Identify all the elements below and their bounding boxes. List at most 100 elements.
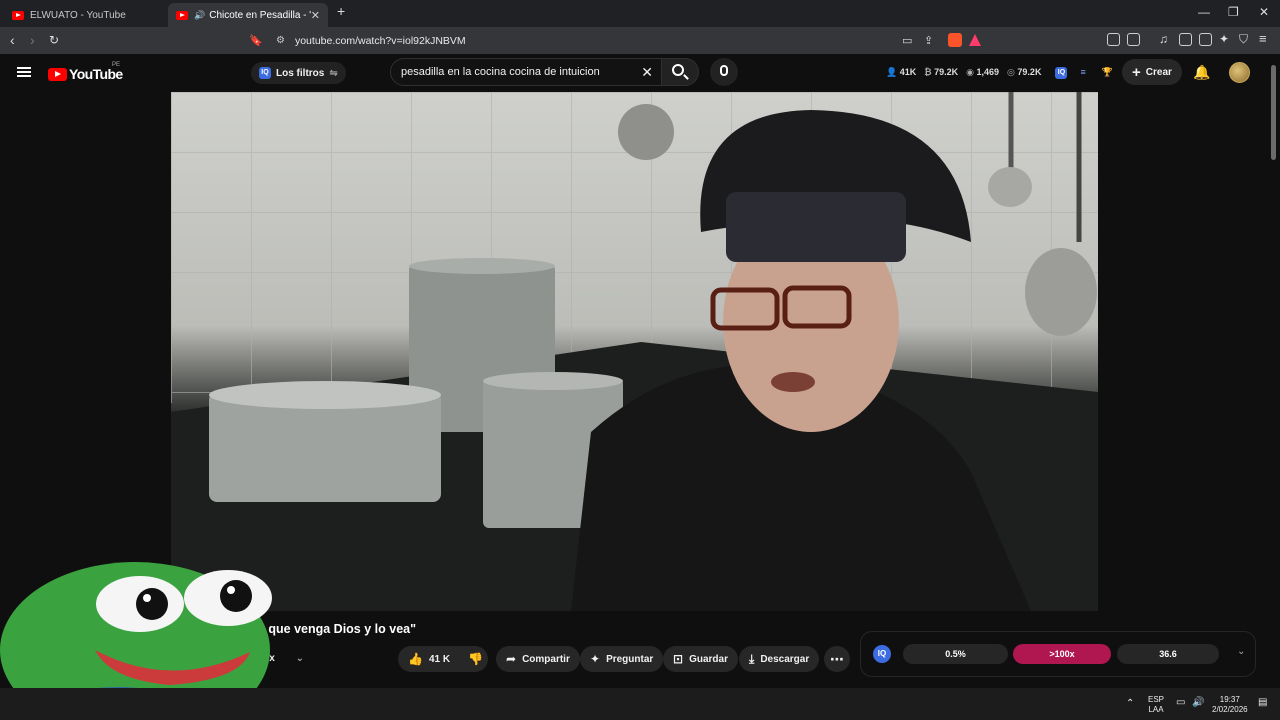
iq-extension-widget: IQ 0.5% >100x 36.6 ⌄ [860,631,1256,677]
lang-top: ESP [1148,695,1165,704]
more-actions-button[interactable]: ⋯ [824,646,850,672]
youtube-logo[interactable]: YouTube PE [48,62,123,82]
dislike-button[interactable]: 👎 [458,646,488,672]
clock-date: 2/02/2026 [1212,705,1248,714]
video-player[interactable] [171,92,1098,611]
stat-item: ◉ 1,469 [966,67,999,79]
iq-extension-icon: IQ [259,67,271,79]
share-label: Compartir [522,653,570,665]
screenshot-icon[interactable] [1127,33,1140,46]
browser-tab-title: ELWUATO - YouTube [30,9,126,21]
clear-search-icon[interactable]: ✕ [641,64,653,81]
minimize-button[interactable]: — [1198,5,1210,19]
video-frame [171,92,1098,611]
leo-ai-icon[interactable]: ✦ [1219,32,1229,46]
brave-rewards-icon[interactable] [969,34,981,46]
music-icon[interactable]: ♫ [1159,32,1168,46]
notifications-bell-icon[interactable]: 🔔 [1193,64,1210,81]
extensions-icon[interactable] [1107,33,1120,46]
network-icon[interactable]: ▭ [1176,698,1185,708]
browser-toolbar: ‹ › ↻ 🔖 ⚙ youtube.com/watch?v=iol92kJNBV… [0,27,1280,54]
cast-icon[interactable]: ▭ [902,34,912,47]
sparkle-icon: ✦ [590,652,601,666]
ratio-middle-value: >100x [1013,644,1111,664]
share-page-icon[interactable]: ⇪ [924,34,933,47]
wallet-icon[interactable] [1199,33,1212,46]
channel-stats: 👤 41K ₿ 79.2K ◉ 1,469 ◎ 79.2K IQ ≡ 🏆 [886,67,1113,79]
youtube-play-icon [48,67,67,81]
search-icon-handle [683,74,689,80]
voice-search-button[interactable] [710,58,738,86]
hamburger-menu-icon[interactable] [17,67,31,69]
forward-icon[interactable]: › [30,32,35,48]
speaker-icon: 🔊 [194,9,206,20]
download-button[interactable]: ⤓ Descargar [739,646,820,672]
browser-tab-active[interactable]: 🔊 Chicote en Pesadilla - "Si esto... ✕ [168,3,328,27]
stat-value: 1,469 [976,67,1000,77]
bookmark-outline-icon: ⊡ [673,652,684,666]
browser-tab[interactable]: ELWUATO - YouTube [4,3,166,27]
lang-bottom: LAA [1148,705,1164,714]
trophy-icon[interactable]: 🏆 [1102,67,1113,79]
page-scrollbar[interactable] [1271,65,1276,160]
close-tab-icon[interactable]: ✕ [311,9,320,22]
ask-button[interactable]: ✦ Preguntar [580,646,664,672]
ask-label: Preguntar [606,653,654,665]
stat-item: ◎ 79.2K [1007,67,1041,79]
more-icon: ⋯ [830,650,844,667]
download-icon: ⤓ [749,651,755,666]
search-button[interactable] [661,58,699,86]
browser-tab-strip: ELWUATO - YouTube 🔊 Chicote en Pesadilla… [0,0,1280,27]
back-icon[interactable]: ‹ [10,32,15,48]
share-button[interactable]: ➦ Compartir [496,646,580,672]
filters-button[interactable]: IQ Los filtros ⇋ [251,62,346,84]
avatar[interactable] [1229,62,1250,83]
chevron-up-icon[interactable]: ⌃ [1126,699,1134,709]
like-count: 41 K [428,653,451,665]
clock-time: 19:37 [1219,695,1240,704]
iq-extension-icon[interactable]: IQ [873,645,891,663]
search-input[interactable]: pesadilla en la cocina cocina de intuici… [390,58,662,86]
brave-shield-icon[interactable] [948,33,962,47]
expand-widget-icon[interactable]: ⌄ [1237,646,1245,657]
stat-item: ₿ 79.2K [924,67,958,79]
save-button[interactable]: ⊡ Guardar [663,646,738,672]
reload-icon[interactable]: ↻ [49,33,59,47]
youtube-header: YouTube PE IQ Los filtros ⇋ pesadilla en… [0,54,1280,92]
iq-extension-icon[interactable]: IQ [1055,67,1068,79]
volume-icon[interactable]: 🔊 [1192,698,1204,708]
search-input-value: pesadilla en la cocina cocina de intuici… [401,66,600,78]
thumbs-up-icon: 👍 [408,652,423,666]
person-icon: 👤 [886,67,898,77]
thumbs-down-icon: 👎 [468,652,483,666]
chevron-down-icon: ⌄ [295,653,304,664]
create-label: Crear [1145,66,1172,78]
coin-icon: ₿ [924,67,932,77]
like-button[interactable]: 👍 41 K [398,646,462,672]
clock[interactable]: 19:37 2/02/2026 [1212,695,1248,715]
stat-item: 👤 41K [886,67,916,79]
stat-views: 79.2K [1017,67,1042,77]
restore-button[interactable]: ❐ [1228,5,1239,19]
sidebar-icon[interactable] [1179,33,1192,46]
notification-center-icon[interactable]: ▤ [1258,698,1267,708]
menu-icon[interactable]: ≡ [1259,31,1267,46]
language-indicator[interactable]: ESP LAA [1148,695,1164,715]
plus-icon: + [1132,63,1141,81]
close-window-button[interactable]: ✕ [1259,5,1269,19]
address-bar[interactable]: ⚙ youtube.com/watch?v=iol92kJNBVM [270,30,990,51]
ratio-left-value: 0.5% [903,644,1008,664]
bookmark-icon[interactable]: 🔖 [249,34,263,47]
country-code: PE [112,62,121,68]
create-button[interactable]: + Crear [1122,59,1182,85]
stat-value: 79.2K [934,67,959,77]
new-tab-button[interactable]: + [337,3,345,19]
search-icon [672,64,684,76]
vpn-shield-icon[interactable]: ⛉ [1239,32,1248,47]
youtube-logo-text: YouTube [69,66,123,82]
site-info-icon[interactable]: ⚙ [276,35,285,46]
windows-taskbar: ⌃ ESP LAA ▭ 🔊 19:37 2/02/2026 ▤ [0,688,1280,720]
save-label: Guardar [689,653,728,665]
filters-label: Los filtros [276,67,325,79]
list-icon[interactable]: ≡ [1080,67,1085,79]
